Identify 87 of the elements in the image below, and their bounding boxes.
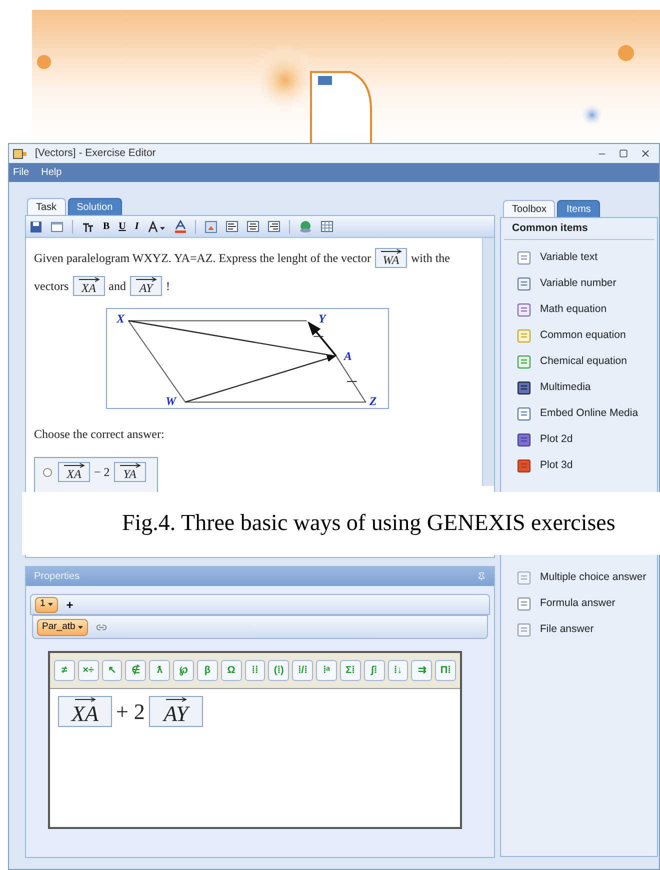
vector-arrow-icon	[78, 277, 100, 282]
point-label: W	[166, 395, 176, 408]
toolbox-item[interactable]: Common equation	[540, 328, 626, 344]
question-text: vectors	[34, 278, 69, 295]
vector-label: XA	[72, 702, 98, 726]
align-icon[interactable]	[268, 221, 280, 232]
group-header: Common items	[504, 221, 654, 240]
point-label: X	[116, 312, 124, 326]
align-icon[interactable]	[246, 221, 259, 232]
symbol-button[interactable]: Ω	[220, 660, 242, 681]
tab[interactable]: Task	[27, 198, 66, 215]
number-dropdown[interactable]: 1	[35, 596, 58, 612]
menu-item[interactable]: Help	[41, 165, 62, 180]
menu-item[interactable]: File	[13, 165, 30, 180]
question-text: and	[108, 278, 126, 295]
toolbox-item[interactable]: Multimedia	[540, 380, 591, 396]
question-text: − 2	[94, 464, 110, 481]
symbol-button[interactable]: ℘	[173, 660, 194, 681]
point-label: A	[344, 350, 352, 363]
symbol-button[interactable]: ∉	[125, 660, 146, 681]
symbol-button[interactable]: Π⁞	[435, 660, 456, 681]
format-button[interactable]: I	[134, 219, 139, 234]
font-dropdown-icon[interactable]	[148, 220, 166, 232]
symbol-button[interactable]: ƛ	[149, 660, 170, 681]
toolbox-item[interactable]: Multiple choice answer	[540, 570, 646, 586]
vector-label: WA	[382, 254, 400, 267]
vector-label: XA	[81, 282, 96, 295]
figure-caption: Fig.4. Three basic ways of using GENEXIS exercises	[22, 492, 660, 555]
table-icon[interactable]	[320, 221, 333, 232]
toolbox-item[interactable]: Plot 2d	[540, 432, 573, 448]
question-text: with the	[411, 250, 450, 267]
text-size-icon[interactable]	[82, 220, 94, 232]
symbol-button[interactable]: ↖	[102, 660, 122, 681]
symbol-button[interactable]: (⁞)	[268, 660, 290, 681]
font-color-icon[interactable]	[174, 220, 186, 233]
symbol-button[interactable]: ⁞ᵃ	[316, 660, 337, 681]
add-button[interactable]: +	[66, 598, 74, 610]
question-text: !	[166, 278, 170, 295]
parameter-dropdown[interactable]: Par_atb	[37, 618, 88, 636]
toolbox-item[interactable]: Embed Online Media	[540, 406, 638, 422]
vector-label: XA	[66, 468, 82, 481]
tab[interactable]: Toolbox	[503, 200, 556, 217]
symbol-button[interactable]: β	[196, 660, 218, 681]
tab[interactable]: Solution	[68, 198, 122, 215]
caret-icon	[48, 603, 54, 606]
formula-text: + 2	[116, 698, 145, 726]
app-icon	[13, 148, 27, 158]
vector-label: AY	[139, 282, 153, 295]
toolbox-item[interactable]: Math equation	[540, 302, 607, 318]
radio-button[interactable]	[43, 468, 52, 476]
vector-arrow-icon	[63, 463, 85, 468]
symbol-button[interactable]: ⁞⁞	[244, 660, 266, 681]
symbol-button[interactable]: ≠	[54, 660, 75, 681]
window-icon[interactable]	[51, 220, 63, 232]
vector-arrow-icon	[118, 463, 141, 468]
question-text: Given paralelogram WXYZ. YA=AZ. Express the lenght of the vector	[34, 250, 372, 267]
align-icon[interactable]	[226, 221, 238, 232]
symbol-button[interactable]: ⁞↓	[388, 660, 408, 681]
vector-arrow-icon	[380, 249, 402, 254]
toolbox-item[interactable]: Plot 3d	[540, 458, 573, 474]
point-label: Z	[370, 395, 377, 408]
tab[interactable]: Items	[557, 200, 600, 217]
image-icon[interactable]	[204, 220, 217, 232]
symbol-button[interactable]: ⇉	[411, 660, 432, 681]
symbol-button[interactable]: ×÷	[78, 660, 99, 681]
close-icon[interactable]	[640, 148, 651, 159]
maximize-icon[interactable]	[619, 149, 628, 158]
save-icon[interactable]	[30, 220, 42, 232]
vector-label: AY	[164, 702, 188, 726]
prompt-text: Choose the correct answer:	[34, 426, 166, 443]
symbol-button[interactable]: Σ⁞	[340, 660, 361, 681]
vector-label: YA	[123, 468, 136, 481]
toolbox-item[interactable]: File answer	[540, 622, 594, 638]
scrollbar[interactable]	[482, 238, 494, 486]
format-button[interactable]: U	[118, 219, 126, 234]
caret-icon	[78, 626, 84, 628]
vector-arrow-icon	[134, 277, 157, 282]
point-label: Y	[318, 312, 326, 326]
toolbox-item[interactable]: Chemical equation	[540, 354, 627, 370]
format-button[interactable]: B	[103, 219, 110, 234]
window-title: [Vectors] - Exercise Editor	[35, 146, 156, 161]
toolbox-item[interactable]: Formula answer	[540, 596, 616, 612]
toolbox-item[interactable]: Variable text	[540, 250, 598, 266]
symbol-button[interactable]: ∫⁞	[364, 660, 385, 681]
symbol-button[interactable]: ⁞/⁞	[292, 660, 314, 681]
panel-title: Properties	[34, 570, 80, 584]
toolbox-item[interactable]: Variable number	[540, 276, 616, 292]
